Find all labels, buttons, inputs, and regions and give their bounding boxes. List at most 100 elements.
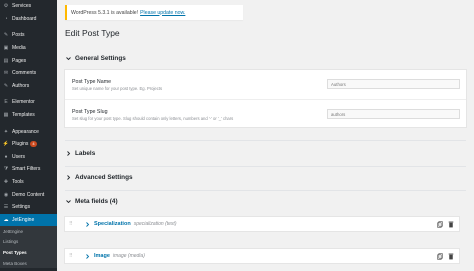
meta-field-actions — [437, 221, 454, 228]
sidebar-item-label: Services — [12, 3, 32, 10]
sidebar-item-tools[interactable]: ✚ Tools — [0, 176, 57, 189]
update-link[interactable]: Please update now. — [140, 10, 185, 16]
meta-field-row[interactable]: ⠿ Specialization specialization (text) — [64, 216, 460, 232]
sidebar-item-label: Smart Filters — [12, 166, 41, 173]
sidebar-item-label: Templates — [12, 112, 35, 119]
meta-field-title[interactable]: Specialization — [94, 221, 131, 227]
sidebar-item-services[interactable]: ⚙ Services — [0, 0, 57, 13]
general-settings-heading: General Settings — [75, 55, 126, 62]
pages-icon: ▤ — [3, 57, 9, 64]
settings-icon: ☰ — [3, 204, 9, 211]
sidebar-item-posts[interactable]: ✎ Posts — [0, 29, 57, 42]
divider — [65, 190, 466, 191]
filter-icon: ⧩ — [3, 166, 9, 173]
admin-sidebar: ⚙ Services ◔ Dashboard ✎ Posts ▣ Media ▤ Pages ✉ Co… — [0, 0, 57, 271]
chevron-right-icon[interactable] — [85, 221, 90, 227]
advanced-settings-toggle[interactable]: Advanced Settings — [65, 174, 466, 181]
sidebar-item-label: Appearance — [12, 128, 39, 135]
jetengine-submenu: JetEngine Listings Post Types Meta Boxes — [0, 226, 57, 269]
post-type-slug-input[interactable]: authors — [327, 109, 460, 119]
divider — [65, 166, 466, 167]
meta-field-type: image (media) — [112, 253, 145, 259]
page-title: Edit Post Type — [65, 28, 120, 38]
post-type-slug-row: Post Type Slug Set slug for your post ty… — [65, 100, 466, 129]
sidebar-item-label: Elementor — [12, 99, 35, 106]
copy-icon[interactable] — [437, 221, 443, 228]
pin-icon: ✎ — [3, 32, 9, 39]
sidebar-item-jetengine[interactable]: ☁ JetEngine — [0, 213, 57, 227]
labels-heading: Labels — [75, 150, 96, 157]
meta-fields-heading: Meta fields (4) — [75, 198, 118, 205]
sidebar-item-label: Posts — [12, 32, 25, 39]
sidebar-item-plugins[interactable]: ⚡ Plugins 4 — [0, 138, 57, 151]
meta-field-type: specialization (text) — [133, 221, 177, 227]
sidebar-item-label: Media — [12, 45, 26, 52]
meta-field-title[interactable]: Image — [94, 253, 110, 259]
appearance-icon: ✦ — [3, 128, 9, 135]
sidebar-item-settings[interactable]: ☰ Settings — [0, 201, 57, 214]
sidebar-item-label: Comments — [12, 70, 37, 77]
sidebar-item-elementor[interactable]: E Elementor — [0, 96, 57, 109]
tools-icon: ✚ — [3, 179, 9, 186]
meta-field-row[interactable]: ⠿ Image image (media) — [64, 248, 460, 264]
sidebar-item-label: Dashboard — [12, 15, 37, 22]
dashboard-icon: ◔ — [4, 15, 8, 22]
trash-icon[interactable] — [448, 253, 454, 260]
trash-icon[interactable] — [448, 221, 454, 228]
demo-icon: ◉ — [3, 191, 9, 198]
sidebar-item-demo-content[interactable]: ◉ Demo Content — [0, 188, 57, 201]
comments-icon: ✉ — [3, 70, 9, 77]
sidebar-item-smart-filters[interactable]: ⧩ Smart Filters — [0, 163, 57, 176]
general-settings-toggle[interactable]: General Settings — [65, 55, 466, 62]
sidebar-item-label: Demo Content — [12, 191, 45, 198]
post-type-slug-label: Post Type Slug — [72, 109, 108, 115]
sidebar-item-templates[interactable]: ▦ Templates — [0, 109, 57, 122]
labels-toggle[interactable]: Labels — [65, 150, 466, 157]
submenu-item-meta-boxes[interactable]: Meta Boxes — [0, 258, 57, 269]
sidebar-item-comments[interactable]: ✉ Comments — [0, 67, 57, 80]
sidebar-item-appearance[interactable]: ✦ Appearance — [0, 125, 57, 138]
drag-handle-icon[interactable]: ⠿ — [69, 253, 79, 259]
submenu-item-listings[interactable]: Listings — [0, 237, 57, 248]
users-icon: ● — [4, 153, 8, 160]
divider — [65, 140, 466, 141]
sidebar-item-media[interactable]: ▣ Media — [0, 42, 57, 55]
copy-icon[interactable] — [437, 253, 443, 260]
submenu-item-post-types[interactable]: Post Types — [0, 247, 57, 258]
post-type-slug-desc: Set slug for your post type. Slug should… — [72, 116, 234, 121]
sidebar-item-label: Pages — [12, 57, 27, 64]
sidebar-item-label: Plugins — [12, 141, 29, 148]
submenu-item-jetengine[interactable]: JetEngine — [0, 226, 57, 237]
sidebar-item-label: Authors — [12, 82, 30, 89]
advanced-settings-heading: Advanced Settings — [75, 174, 133, 181]
sidebar-item-users[interactable]: ● Users — [0, 151, 57, 164]
chevron-right-icon[interactable] — [85, 253, 90, 259]
post-type-name-desc: Set unique name for your post type. Eg. … — [72, 86, 163, 91]
drag-handle-icon[interactable]: ⠿ — [69, 221, 79, 227]
sidebar-item-authors[interactable]: ✎ Authors — [0, 80, 57, 93]
sidebar-item-label: Tools — [12, 179, 24, 186]
chevron-down-icon — [65, 56, 71, 62]
templates-icon: ▦ — [3, 112, 9, 119]
update-notice: WordPress 5.3.1 is available! Please upd… — [65, 5, 243, 20]
notice-text: WordPress 5.3.1 is available! — [71, 9, 139, 16]
pin-icon: ✎ — [3, 82, 9, 89]
chevron-right-icon — [65, 151, 71, 157]
update-count-badge: 4 — [30, 141, 37, 147]
meta-fields-toggle[interactable]: Meta fields (4) — [65, 198, 466, 205]
sidebar-item-label: Users — [12, 153, 26, 160]
chevron-down-icon — [65, 199, 71, 205]
meta-field-actions — [437, 253, 454, 260]
chevron-right-icon — [65, 175, 71, 181]
plugins-icon: ⚡ — [2, 141, 10, 148]
jetengine-icon: ☁ — [3, 216, 9, 223]
services-icon: ⚙ — [3, 3, 9, 10]
sidebar-item-dashboard[interactable]: ◔ Dashboard — [0, 13, 57, 26]
elementor-icon: E — [4, 99, 8, 106]
post-type-name-row: Post Type Name Set unique name for your … — [65, 70, 466, 100]
media-icon: ▣ — [3, 45, 9, 52]
sidebar-item-pages[interactable]: ▤ Pages — [0, 54, 57, 67]
sidebar-item-label: JetEngine — [12, 216, 35, 223]
post-type-name-label: Post Type Name — [72, 79, 112, 85]
post-type-name-input[interactable]: Authors — [327, 79, 460, 89]
